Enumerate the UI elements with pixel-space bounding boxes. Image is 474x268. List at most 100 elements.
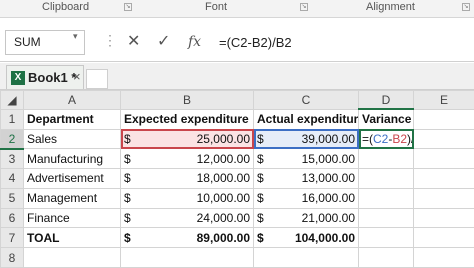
spreadsheet-grid: ◢ A B C D E 1 Department Expected expend…: [0, 90, 474, 268]
cell-d6[interactable]: [358, 207, 414, 229]
formula-input[interactable]: =(C2-B2)/B2: [219, 31, 292, 54]
cell-b2[interactable]: $25,000.00: [120, 128, 254, 150]
select-all-corner[interactable]: ◢: [0, 90, 24, 110]
currency-symbol: $: [124, 131, 131, 146]
cell-c2[interactable]: $39,000.00: [253, 128, 359, 150]
column-header-c[interactable]: C: [253, 90, 359, 110]
table-row: 5 Management $10,000.00 $16,000.00: [0, 187, 474, 209]
cell-a6[interactable]: Finance: [23, 207, 121, 229]
cell-b6[interactable]: $24,000.00: [120, 207, 254, 229]
cell-value: 39,000.00: [301, 131, 355, 146]
cell-b7[interactable]: $89,000.00: [120, 227, 254, 249]
formula-ref-b2: B2: [392, 131, 408, 146]
currency-symbol: $: [124, 211, 131, 226]
cell-a5[interactable]: Management: [23, 187, 121, 209]
row-header[interactable]: 8: [0, 247, 24, 268]
row-header[interactable]: 6: [0, 207, 24, 229]
insert-function-icon[interactable]: fx: [188, 32, 201, 52]
cell-c8[interactable]: [253, 247, 359, 268]
cell-e7[interactable]: [413, 227, 474, 249]
cell-value: 12,000.00: [196, 151, 250, 166]
column-header-row: ◢ A B C D E: [0, 90, 474, 111]
cell-b5[interactable]: $10,000.00: [120, 187, 254, 209]
cell-c6[interactable]: $21,000.00: [253, 207, 359, 229]
cell-d2-editing[interactable]: =(C2-B2)/B2: [358, 128, 414, 150]
cell-c3[interactable]: $15,000.00: [253, 148, 359, 170]
formula-ref-c2: C2: [373, 131, 389, 146]
cell-e2[interactable]: [413, 128, 474, 150]
cell-b1[interactable]: Expected expenditure: [120, 108, 254, 130]
new-workbook-tab[interactable]: [86, 69, 108, 89]
cell-b8[interactable]: [120, 247, 254, 268]
clipboard-launcher-icon[interactable]: ↘: [124, 3, 132, 11]
row-header[interactable]: 2: [0, 128, 24, 150]
table-row: 8: [0, 247, 474, 268]
cell-a4[interactable]: Advertisement: [23, 168, 121, 189]
cell-d7[interactable]: [358, 227, 414, 249]
table-row: 7 TOAL $89,000.00 $104,000.00: [0, 227, 474, 249]
currency-symbol: $: [124, 191, 131, 206]
cell-value: 104,000.00: [294, 230, 355, 245]
cell-a3[interactable]: Manufacturing: [23, 148, 121, 170]
cell-value: 24,000.00: [196, 211, 250, 226]
cell-e4[interactable]: [413, 168, 474, 189]
alignment-launcher-icon[interactable]: ↘: [462, 3, 470, 11]
cell-value: 15,000.00: [301, 151, 355, 166]
cell-c5[interactable]: $16,000.00: [253, 187, 359, 209]
cancel-icon[interactable]: ✕: [127, 32, 140, 52]
table-row: 1 Department Expected expenditure Actual…: [0, 108, 474, 130]
workbook-tab[interactable]: X Book1 * ×: [6, 65, 84, 89]
close-tab-icon[interactable]: ×: [73, 69, 81, 84]
table-row: 4 Advertisement $18,000.00 $13,000.00: [0, 168, 474, 189]
currency-symbol: $: [257, 211, 264, 226]
column-header-b[interactable]: B: [120, 90, 254, 110]
cell-d5[interactable]: [358, 187, 414, 209]
name-box-dropdown-icon[interactable]: ▾: [73, 31, 78, 42]
table-row: 2 Sales $25,000.00 $39,000.00 =(C2-B2)/B…: [0, 128, 474, 150]
column-header-d[interactable]: D: [358, 90, 414, 111]
row-header[interactable]: 4: [0, 168, 24, 189]
cell-a7[interactable]: TOAL: [23, 227, 121, 249]
cell-e8[interactable]: [413, 247, 474, 268]
cell-e6[interactable]: [413, 207, 474, 229]
column-header-a[interactable]: A: [23, 90, 121, 110]
row-header[interactable]: 5: [0, 187, 24, 209]
cell-c1[interactable]: Actual expenditure: [253, 108, 359, 130]
cell-e1[interactable]: [413, 108, 474, 130]
cell-e5[interactable]: [413, 187, 474, 209]
currency-symbol: $: [124, 230, 131, 245]
formula-bar: SUM ▾ ⋮ ✕ ✓ fx =(C2-B2)/B2: [0, 18, 474, 62]
ribbon-group-labels: Clipboard ↘ Font ↘ Alignment ↘: [0, 0, 474, 18]
cell-c7[interactable]: $104,000.00: [253, 227, 359, 249]
row-header[interactable]: 7: [0, 227, 24, 249]
cell-b4[interactable]: $18,000.00: [120, 168, 254, 189]
cell-a8[interactable]: [23, 247, 121, 268]
ribbon-group-alignment: Alignment: [366, 1, 415, 13]
currency-symbol: $: [124, 151, 131, 166]
cell-value: 21,000.00: [301, 211, 355, 226]
cell-a1[interactable]: Department: [23, 108, 121, 130]
cell-d3[interactable]: [358, 148, 414, 170]
formula-part: =(: [362, 131, 374, 146]
cell-a2[interactable]: Sales: [23, 128, 121, 150]
cell-d4[interactable]: [358, 168, 414, 189]
column-header-e[interactable]: E: [413, 90, 474, 110]
formula-part: )/: [407, 131, 412, 146]
font-launcher-icon[interactable]: ↘: [300, 3, 308, 11]
cell-value: 10,000.00: [196, 191, 250, 206]
cell-e3[interactable]: [413, 148, 474, 170]
resize-handle-icon[interactable]: ⋮: [103, 30, 117, 50]
currency-symbol: $: [257, 151, 264, 166]
cell-value: 89,000.00: [196, 230, 250, 245]
cell-d8[interactable]: [358, 247, 414, 268]
row-header[interactable]: 1: [0, 108, 24, 130]
table-row: 6 Finance $24,000.00 $21,000.00: [0, 207, 474, 229]
ribbon-group-clipboard: Clipboard: [42, 1, 90, 13]
enter-icon[interactable]: ✓: [157, 32, 170, 52]
cell-b3[interactable]: $12,000.00: [120, 148, 254, 170]
table-row: 3 Manufacturing $12,000.00 $15,000.00: [0, 148, 474, 170]
row-header[interactable]: 3: [0, 148, 24, 170]
cell-d1[interactable]: Variance: [358, 108, 414, 130]
cell-c4[interactable]: $13,000.00: [253, 168, 359, 189]
currency-symbol: $: [257, 191, 264, 206]
